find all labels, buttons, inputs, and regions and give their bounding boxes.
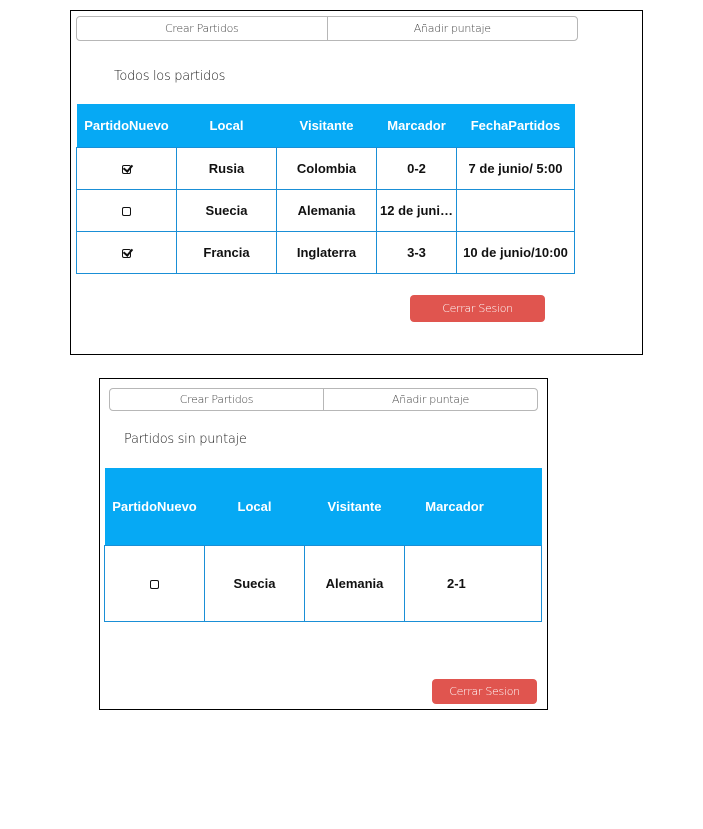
marcador-cell: 2-1: [404, 545, 542, 622]
all-matches-window: Crear Partidos Añadir puntaje Todos los …: [70, 10, 643, 355]
visitante-cell: Alemania: [304, 545, 405, 622]
visitante-cell: Inglaterra: [276, 231, 377, 274]
logout-button[interactable]: Cerrar Sesion: [410, 295, 545, 322]
fecha-cell: 7 de junio/ 5:00: [456, 147, 575, 190]
tab-bar: Crear Partidos Añadir puntaje: [109, 388, 538, 411]
partido-nuevo-cell: [76, 231, 177, 274]
tab-crear-partidos[interactable]: Crear Partidos: [110, 389, 323, 410]
header-local: Local: [204, 468, 305, 546]
section-title: Todos los partidos: [114, 69, 226, 84]
checkbox[interactable]: [122, 249, 131, 259]
marcador-cell: 0-2: [376, 147, 457, 190]
visitante-cell: Alemania: [276, 189, 377, 232]
header-visitante: Visitante: [276, 104, 377, 148]
local-cell: Suecia: [176, 189, 277, 232]
unscored-matches-window: Crear Partidos Añadir puntaje Partidos s…: [99, 378, 548, 710]
tab-anadir-puntaje[interactable]: Añadir puntaje: [323, 389, 537, 410]
checkbox[interactable]: [122, 207, 131, 217]
header-partido-nuevo: PartidoNuevo: [76, 104, 177, 148]
table-row: Suecia Alemania 12 de junio/ 5:00: [76, 189, 575, 232]
fecha-cell: [456, 189, 575, 232]
tab-anadir-puntaje[interactable]: Añadir puntaje: [326, 17, 578, 40]
logout-button[interactable]: Cerrar Sesion: [432, 679, 537, 704]
table-header-row: PartidoNuevo Local Visitante Marcador: [104, 468, 542, 546]
tab-crear-partidos[interactable]: Crear Partidos: [77, 17, 327, 40]
header-marcador: Marcador: [404, 468, 505, 546]
partido-nuevo-cell: [76, 189, 177, 232]
fecha-cell: 10 de junio/10:00: [456, 231, 575, 274]
marcador-cell: 3-3: [376, 231, 457, 274]
unscored-matches-table: PartidoNuevo Local Visitante Marcador Su…: [104, 468, 542, 622]
tab-bar: Crear Partidos Añadir puntaje: [76, 16, 578, 41]
header-marcador: Marcador: [376, 104, 457, 148]
local-cell: Francia: [176, 231, 277, 274]
table-header-row: PartidoNuevo Local Visitante Marcador Fe…: [76, 104, 575, 148]
partido-nuevo-cell: [76, 147, 177, 190]
visitante-cell: Colombia: [276, 147, 377, 190]
local-cell: Suecia: [204, 545, 305, 622]
matches-table: PartidoNuevo Local Visitante Marcador Fe…: [76, 104, 575, 274]
section-title: Partidos sin puntaje: [124, 432, 247, 447]
marcador-cell: 12 de junio/ 5:00: [376, 189, 457, 232]
checkbox[interactable]: [122, 165, 131, 175]
header-local: Local: [176, 104, 277, 148]
table-row: Suecia Alemania 2-1: [104, 545, 542, 622]
header-partido-nuevo: PartidoNuevo: [104, 468, 205, 546]
local-cell: Rusia: [176, 147, 277, 190]
header-empty: [504, 468, 542, 546]
header-fecha-partidos: FechaPartidos: [456, 104, 575, 148]
table-row: Rusia Colombia 0-2 7 de junio/ 5:00: [76, 147, 575, 190]
table-row: Francia Inglaterra 3-3 10 de junio/10:00: [76, 231, 575, 274]
checkbox[interactable]: [150, 580, 159, 590]
partido-nuevo-cell: [104, 545, 205, 622]
header-visitante: Visitante: [304, 468, 405, 546]
